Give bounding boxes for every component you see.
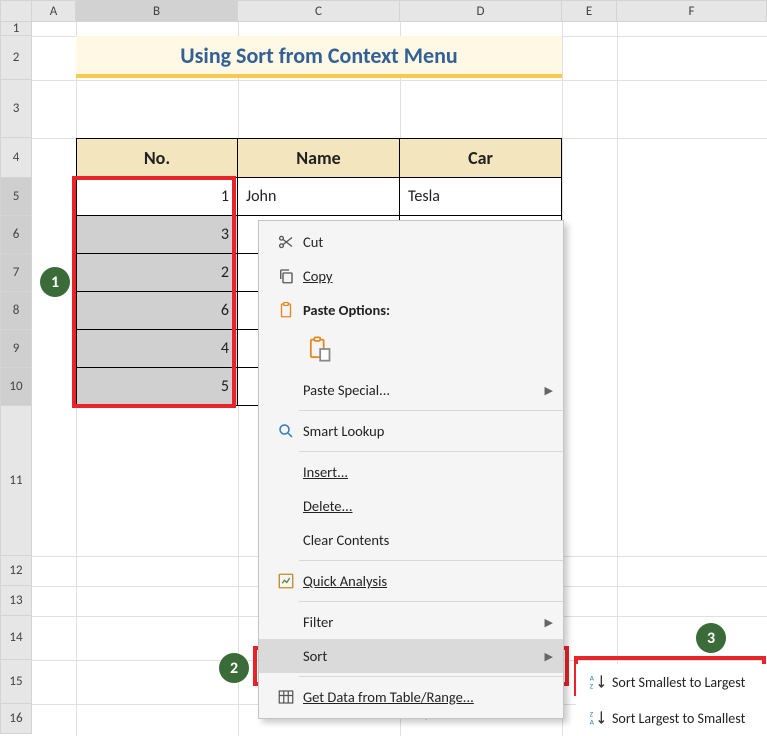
cell-no[interactable]: 1 (76, 178, 238, 216)
menu-quick-analysis[interactable]: Quick Analysis (259, 564, 563, 598)
svg-text:Z: Z (590, 683, 594, 692)
sort-desc-icon: ZA (584, 708, 612, 728)
col-header-e[interactable]: E (562, 0, 617, 22)
page-title: Using Sort from Context Menu (76, 36, 562, 78)
menu-paste-options: Paste Options: (259, 293, 563, 327)
step-badge-2: 2 (219, 653, 249, 683)
row-header-1[interactable]: 1 (0, 22, 32, 36)
search-icon (271, 422, 301, 440)
sort-asc-icon: AZ (584, 672, 612, 692)
col-header-a[interactable]: A (32, 0, 76, 22)
menu-sort[interactable]: Sort ▶ (259, 639, 563, 673)
row-header-16[interactable]: 16 (0, 704, 32, 734)
clipboard-icon (271, 300, 301, 320)
chevron-right-icon: ▶ (545, 650, 553, 663)
chevron-right-icon: ▶ (545, 384, 553, 397)
menu-cut[interactable]: Cut (259, 225, 563, 259)
menu-sort-asc[interactable]: AZ Sort Smallest to Largest (576, 664, 767, 700)
step-badge-3: 3 (696, 623, 726, 653)
col-header-f[interactable]: F (617, 0, 767, 22)
menu-get-data[interactable]: Get Data from Table/Range... (259, 680, 563, 714)
row-header-14[interactable]: 14 (0, 616, 32, 660)
table-header-no[interactable]: No. (76, 138, 238, 178)
menu-copy[interactable]: Copy (259, 259, 563, 293)
cell-no[interactable]: 6 (76, 292, 238, 330)
quick-analysis-icon (271, 572, 301, 590)
table-row: 1 John Tesla (76, 178, 562, 216)
cell-no[interactable]: 5 (76, 368, 238, 406)
row-header-9[interactable]: 9 (0, 330, 32, 368)
cell-car[interactable]: Tesla (400, 178, 562, 216)
menu-insert[interactable]: Insert... (259, 455, 563, 489)
cell-no[interactable]: 2 (76, 254, 238, 292)
table-icon (271, 688, 301, 706)
cell-no[interactable]: 4 (76, 330, 238, 368)
menu-sort-desc[interactable]: ZA Sort Largest to Smallest (576, 700, 767, 736)
context-menu: Cut Copy Paste Options: Paste Special...… (258, 220, 564, 719)
select-all-corner[interactable] (0, 0, 32, 22)
row-header-10[interactable]: 10 (0, 368, 32, 406)
sort-submenu: AZ Sort Smallest to Largest ZA Sort Larg… (576, 664, 767, 736)
col-header-c[interactable]: C (238, 0, 400, 22)
row-header-11[interactable]: 11 (0, 406, 32, 556)
row-header-4[interactable]: 4 (0, 138, 32, 178)
row-header-5[interactable]: 5 (0, 178, 32, 216)
cell-name[interactable]: John (238, 178, 400, 216)
row-header-13[interactable]: 13 (0, 586, 32, 616)
menu-delete[interactable]: Delete... (259, 489, 563, 523)
step-badge-1: 1 (40, 267, 70, 297)
menu-paste-special[interactable]: Paste Special... ▶ (259, 373, 563, 407)
menu-clear-contents[interactable]: Clear Contents (259, 523, 563, 557)
table-header-car[interactable]: Car (400, 138, 562, 178)
row-header-2[interactable]: 2 (0, 36, 32, 80)
col-header-b[interactable]: B (76, 0, 238, 22)
scissors-icon (271, 233, 301, 251)
table-header-name[interactable]: Name (238, 138, 400, 178)
row-header-8[interactable]: 8 (0, 292, 32, 330)
copy-icon (271, 267, 301, 285)
menu-filter[interactable]: Filter ▶ (259, 605, 563, 639)
cell-no[interactable]: 3 (76, 216, 238, 254)
menu-smart-lookup[interactable]: Smart Lookup (259, 414, 563, 448)
svg-text:A: A (590, 719, 595, 728)
row-header-7[interactable]: 7 (0, 254, 32, 292)
chevron-right-icon: ▶ (545, 616, 553, 629)
col-header-d[interactable]: D (400, 0, 562, 22)
row-header-6[interactable]: 6 (0, 216, 32, 254)
row-header-12[interactable]: 12 (0, 556, 32, 586)
spreadsheet-grid: A B C D E F (0, 0, 767, 22)
row-header-15[interactable]: 15 (0, 660, 32, 704)
paste-button[interactable] (301, 331, 337, 367)
row-header-3[interactable]: 3 (0, 80, 32, 138)
